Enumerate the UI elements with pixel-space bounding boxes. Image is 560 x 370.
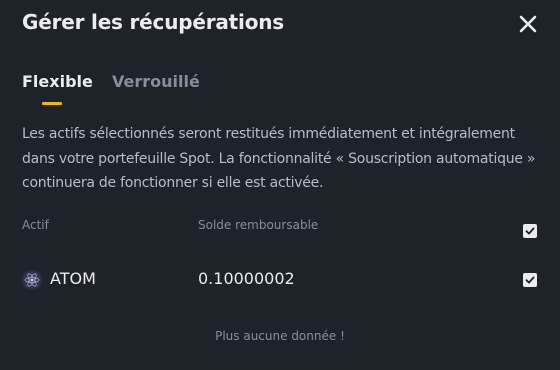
active-tab-indicator [42, 102, 62, 105]
tab-flexible[interactable]: Flexible [22, 72, 93, 91]
modal-title: Gérer les récupérations [22, 10, 284, 34]
tab-locked[interactable]: Verrouillé [112, 72, 200, 91]
redemption-modal: Gérer les récupérations Flexible Verroui… [0, 0, 560, 370]
checkmark-icon [525, 276, 535, 284]
close-icon [519, 15, 537, 33]
checkmark-icon [525, 227, 535, 235]
row-asset-name: ATOM [50, 269, 96, 288]
row-redeemable-balance: 0.10000002 [198, 269, 295, 288]
column-header-asset: Actif [22, 218, 49, 232]
close-button[interactable] [518, 14, 538, 34]
description-text: Les actifs sélectionnés seront restitués… [22, 126, 536, 191]
select-all-checkbox[interactable] [523, 224, 537, 238]
no-more-data-message: Plus aucune donnée ! [215, 329, 345, 343]
row-checkbox[interactable] [523, 273, 537, 287]
column-header-balance: Solde remboursable [198, 218, 319, 232]
atom-coin-icon [22, 270, 42, 290]
